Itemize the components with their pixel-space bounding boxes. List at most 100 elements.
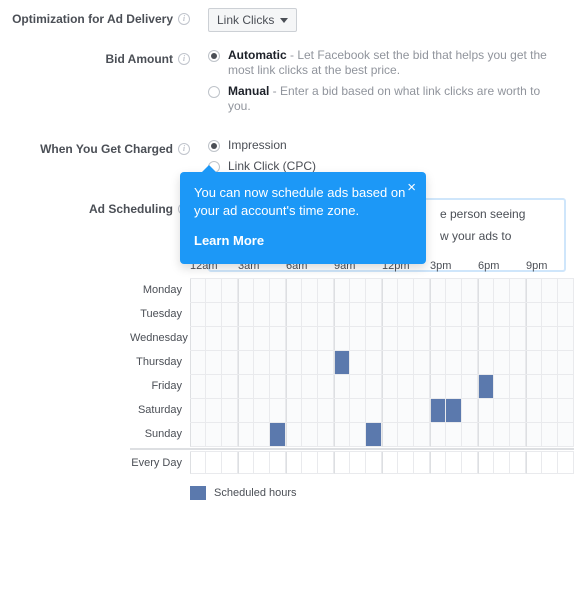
- schedule-cell[interactable]: [254, 327, 270, 351]
- schedule-cell[interactable]: [206, 399, 222, 423]
- charge-impression-radio[interactable]: [208, 140, 220, 152]
- schedule-cell[interactable]: [222, 303, 238, 327]
- schedule-cell[interactable]: [446, 303, 462, 327]
- schedule-cell[interactable]: [542, 375, 558, 399]
- schedule-cell[interactable]: [318, 351, 334, 375]
- learn-more-link[interactable]: Learn More: [194, 232, 412, 250]
- schedule-cell[interactable]: [350, 279, 366, 303]
- schedule-cell[interactable]: [542, 303, 558, 327]
- schedule-cell[interactable]: [382, 399, 398, 423]
- schedule-cell[interactable]: [526, 452, 542, 474]
- schedule-cell[interactable]: [318, 452, 334, 474]
- schedule-cell[interactable]: [238, 375, 254, 399]
- schedule-cell[interactable]: [190, 351, 206, 375]
- schedule-cell[interactable]: [558, 327, 574, 351]
- schedule-cell[interactable]: [382, 375, 398, 399]
- schedule-cell[interactable]: [254, 452, 270, 474]
- schedule-cell[interactable]: [334, 327, 350, 351]
- schedule-cell[interactable]: [190, 279, 206, 303]
- schedule-cell[interactable]: [414, 279, 430, 303]
- schedule-cell[interactable]: [238, 351, 254, 375]
- schedule-cell[interactable]: [238, 452, 254, 474]
- schedule-cell[interactable]: [526, 375, 542, 399]
- schedule-cell[interactable]: [510, 303, 526, 327]
- schedule-cell[interactable]: [478, 351, 494, 375]
- schedule-cell[interactable]: [478, 399, 494, 423]
- schedule-cell[interactable]: [478, 327, 494, 351]
- schedule-cell[interactable]: [398, 452, 414, 474]
- schedule-cell[interactable]: [382, 303, 398, 327]
- schedule-cell[interactable]: [334, 399, 350, 423]
- schedule-cell[interactable]: [302, 452, 318, 474]
- schedule-cell[interactable]: [254, 423, 270, 447]
- schedule-cell[interactable]: [446, 327, 462, 351]
- schedule-cell[interactable]: [382, 423, 398, 447]
- schedule-cell[interactable]: [446, 375, 462, 399]
- schedule-cell[interactable]: [318, 423, 334, 447]
- schedule-cell[interactable]: [190, 375, 206, 399]
- schedule-cell[interactable]: [350, 327, 366, 351]
- schedule-cell[interactable]: [254, 303, 270, 327]
- schedule-cell[interactable]: [254, 279, 270, 303]
- schedule-cell[interactable]: [206, 351, 222, 375]
- schedule-cell[interactable]: [414, 375, 430, 399]
- schedule-cell[interactable]: [270, 303, 286, 327]
- schedule-cell[interactable]: [334, 452, 350, 474]
- schedule-cell[interactable]: [270, 351, 286, 375]
- schedule-cell[interactable]: [510, 279, 526, 303]
- schedule-cell[interactable]: [318, 303, 334, 327]
- schedule-cell[interactable]: [286, 423, 302, 447]
- schedule-cell[interactable]: [318, 399, 334, 423]
- schedule-cell[interactable]: [270, 375, 286, 399]
- schedule-cell[interactable]: [350, 399, 366, 423]
- optimization-dropdown[interactable]: Link Clicks: [208, 8, 297, 32]
- schedule-cell[interactable]: [302, 327, 318, 351]
- schedule-cell[interactable]: [462, 423, 478, 447]
- schedule-cell[interactable]: [430, 423, 446, 447]
- schedule-cell[interactable]: [366, 375, 382, 399]
- schedule-cell[interactable]: [302, 279, 318, 303]
- schedule-cell[interactable]: [270, 327, 286, 351]
- schedule-cell[interactable]: [558, 423, 574, 447]
- schedule-cell[interactable]: [398, 399, 414, 423]
- schedule-cell[interactable]: [510, 327, 526, 351]
- schedule-cell[interactable]: [190, 452, 206, 474]
- schedule-cell[interactable]: [190, 327, 206, 351]
- schedule-cell[interactable]: [382, 452, 398, 474]
- schedule-cell[interactable]: [238, 399, 254, 423]
- schedule-cell[interactable]: [334, 423, 350, 447]
- schedule-cell[interactable]: [526, 327, 542, 351]
- schedule-cell[interactable]: [254, 399, 270, 423]
- schedule-cell[interactable]: [462, 303, 478, 327]
- schedule-cell[interactable]: [254, 351, 270, 375]
- schedule-cell[interactable]: [286, 452, 302, 474]
- schedule-cell[interactable]: [286, 375, 302, 399]
- schedule-cell[interactable]: [206, 423, 222, 447]
- schedule-cell[interactable]: [510, 351, 526, 375]
- schedule-cell[interactable]: [414, 327, 430, 351]
- schedule-cell[interactable]: [286, 303, 302, 327]
- close-icon[interactable]: ×: [407, 180, 416, 195]
- schedule-cell[interactable]: [238, 279, 254, 303]
- schedule-cell[interactable]: [222, 423, 238, 447]
- schedule-cell[interactable]: [350, 375, 366, 399]
- schedule-cell[interactable]: [446, 351, 462, 375]
- schedule-cell[interactable]: [494, 375, 510, 399]
- schedule-cell[interactable]: [414, 399, 430, 423]
- schedule-cell[interactable]: [398, 279, 414, 303]
- schedule-cell[interactable]: [494, 423, 510, 447]
- schedule-cell[interactable]: [430, 327, 446, 351]
- schedule-cell[interactable]: [558, 452, 574, 474]
- schedule-cell[interactable]: [478, 375, 494, 399]
- schedule-cell[interactable]: [206, 279, 222, 303]
- schedule-cell[interactable]: [414, 351, 430, 375]
- schedule-cell[interactable]: [430, 351, 446, 375]
- schedule-cell[interactable]: [542, 327, 558, 351]
- schedule-cell[interactable]: [286, 351, 302, 375]
- schedule-cell[interactable]: [542, 351, 558, 375]
- schedule-cell[interactable]: [430, 399, 446, 423]
- schedule-cell[interactable]: [286, 399, 302, 423]
- schedule-cell[interactable]: [382, 279, 398, 303]
- schedule-cell[interactable]: [398, 351, 414, 375]
- schedule-cell[interactable]: [526, 351, 542, 375]
